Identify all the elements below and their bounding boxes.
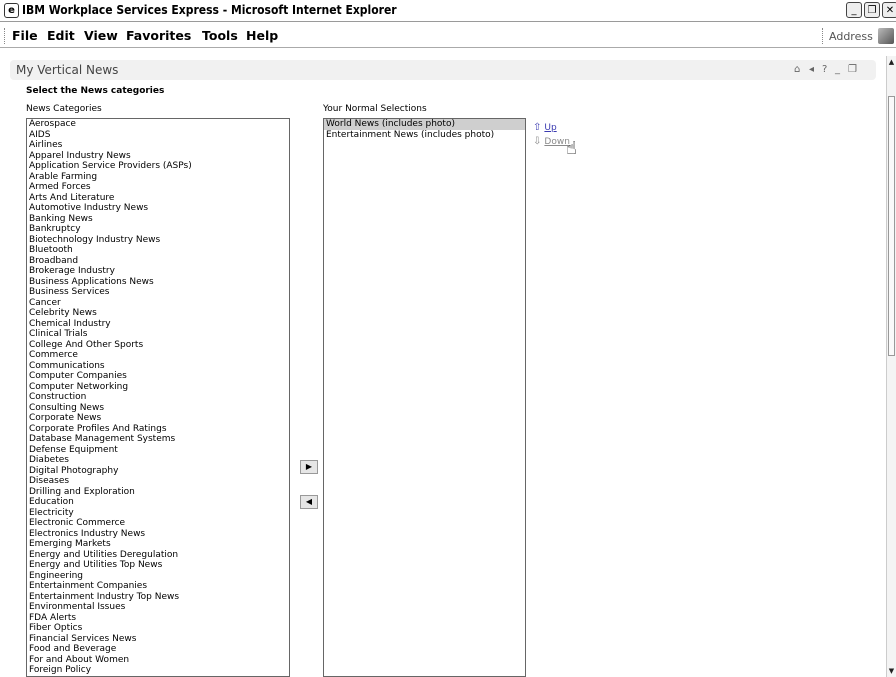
move-up-label: Up bbox=[544, 123, 557, 133]
category-option[interactable]: Arable Farming bbox=[27, 172, 289, 183]
category-option[interactable]: Emerging Markets bbox=[27, 539, 289, 550]
portlet-maximize-icon[interactable]: ❐ bbox=[848, 64, 857, 75]
category-option[interactable]: Diabetes bbox=[27, 455, 289, 466]
windows-logo-icon bbox=[878, 28, 894, 44]
category-option[interactable]: Chemical Industry bbox=[27, 319, 289, 330]
menu-favorites[interactable]: Favorites bbox=[126, 28, 191, 43]
category-option[interactable]: Electronic Commerce bbox=[27, 518, 289, 529]
category-option[interactable]: Bluetooth bbox=[27, 245, 289, 256]
category-option[interactable]: Celebrity News bbox=[27, 308, 289, 319]
category-option[interactable]: Foreign Policy bbox=[27, 665, 289, 676]
selection-option[interactable]: Entertainment News (includes photo) bbox=[324, 130, 525, 141]
category-option[interactable]: Drilling and Exploration bbox=[27, 487, 289, 498]
category-option[interactable]: For and About Women bbox=[27, 655, 289, 666]
page-scrollbar[interactable]: ▲ ▼ bbox=[886, 56, 896, 677]
move-down-link[interactable]: ⇩ Down bbox=[533, 136, 570, 147]
category-option[interactable]: Airlines bbox=[27, 140, 289, 151]
category-option[interactable]: Biotechnology Industry News bbox=[27, 235, 289, 246]
categories-label: News Categories bbox=[26, 104, 102, 114]
category-option[interactable]: Bankruptcy bbox=[27, 224, 289, 235]
selection-option[interactable]: World News (includes photo) bbox=[324, 119, 525, 130]
menu-tools[interactable]: Tools bbox=[202, 28, 238, 43]
category-option[interactable]: Energy and Utilities Top News bbox=[27, 560, 289, 571]
portlet-minimize-icon[interactable]: _ bbox=[835, 64, 840, 75]
scroll-down-arrow-icon[interactable]: ▼ bbox=[887, 665, 896, 677]
category-option[interactable]: Computer Companies bbox=[27, 371, 289, 382]
category-option[interactable]: Commerce bbox=[27, 350, 289, 361]
category-option[interactable]: Electricity bbox=[27, 508, 289, 519]
form-heading: Select the News categories bbox=[26, 86, 165, 96]
category-option[interactable]: Digital Photography bbox=[27, 466, 289, 477]
category-option[interactable]: Food and Beverage bbox=[27, 644, 289, 655]
menu-edit[interactable]: Edit bbox=[47, 28, 75, 43]
window-titlebar: e IBM Workplace Services Express - Micro… bbox=[0, 0, 896, 22]
category-option[interactable]: Engineering bbox=[27, 571, 289, 582]
category-option[interactable]: Energy and Utilities Deregulation bbox=[27, 550, 289, 561]
category-option[interactable]: College And Other Sports bbox=[27, 340, 289, 351]
menu-help[interactable]: Help bbox=[246, 28, 278, 43]
category-option[interactable]: Brokerage Industry bbox=[27, 266, 289, 277]
category-option[interactable]: Application Service Providers (ASPs) bbox=[27, 161, 289, 172]
category-option[interactable]: Clinical Trials bbox=[27, 329, 289, 340]
category-option[interactable]: Consulting News bbox=[27, 403, 289, 414]
news-categories-listbox[interactable]: Aerospace AIDS Airlines Apparel Industry Ne… bbox=[26, 118, 290, 677]
category-option[interactable]: AIDS bbox=[27, 130, 289, 141]
menu-view[interactable]: View bbox=[84, 28, 118, 43]
category-option[interactable]: FDA Alerts bbox=[27, 613, 289, 624]
menu-bar: File Edit View Favorites Tools Help Addr… bbox=[0, 24, 896, 48]
category-option[interactable]: Communications bbox=[27, 361, 289, 372]
scroll-thumb[interactable] bbox=[888, 96, 895, 356]
address-separator bbox=[822, 28, 823, 44]
category-option[interactable]: Automotive Industry News bbox=[27, 203, 289, 214]
category-option[interactable]: Aerospace bbox=[27, 119, 289, 130]
portlet-help-icon[interactable]: ? bbox=[822, 64, 827, 75]
portlet-home-icon[interactable]: ⌂ bbox=[794, 64, 800, 75]
category-option[interactable]: Business Applications News bbox=[27, 277, 289, 288]
category-option[interactable]: Cancer bbox=[27, 298, 289, 309]
ie-icon: e bbox=[4, 3, 19, 18]
category-option[interactable]: Arts And Literature bbox=[27, 193, 289, 204]
selections-listbox[interactable]: World News (includes photo) Entertainment… bbox=[323, 118, 526, 677]
category-option[interactable]: Business Services bbox=[27, 287, 289, 298]
category-option[interactable]: Corporate News bbox=[27, 413, 289, 424]
hand-cursor-icon: ☝ bbox=[566, 138, 577, 159]
category-option[interactable]: Electronics Industry News bbox=[27, 529, 289, 540]
portlet-titlebar: My Vertical News ⌂ ◂ ? _ ❐ bbox=[10, 60, 876, 80]
category-option[interactable]: Banking News bbox=[27, 214, 289, 225]
category-option[interactable]: Environmental Issues bbox=[27, 602, 289, 613]
category-option[interactable]: Defense Equipment bbox=[27, 445, 289, 456]
close-button[interactable]: ✕ bbox=[882, 2, 896, 18]
category-option[interactable]: Construction bbox=[27, 392, 289, 403]
remove-selection-button[interactable]: ◀ bbox=[300, 495, 318, 509]
restore-button[interactable]: ❐ bbox=[864, 2, 880, 18]
up-arrow-icon: ⇧ bbox=[533, 122, 542, 133]
window-title: IBM Workplace Services Express - Microso… bbox=[22, 3, 397, 17]
address-label: Address bbox=[829, 30, 873, 43]
move-up-link[interactable]: ⇧ Up bbox=[533, 122, 557, 133]
portlet-back-icon[interactable]: ◂ bbox=[809, 64, 814, 75]
category-option[interactable]: Broadband bbox=[27, 256, 289, 267]
add-selection-button[interactable]: ▶ bbox=[300, 460, 318, 474]
minimize-button[interactable]: _ bbox=[846, 2, 862, 18]
portlet-title: My Vertical News bbox=[16, 63, 119, 77]
down-arrow-icon: ⇩ bbox=[533, 136, 542, 147]
category-option[interactable]: Education bbox=[27, 497, 289, 508]
category-option[interactable]: Computer Networking bbox=[27, 382, 289, 393]
category-option[interactable]: Apparel Industry News bbox=[27, 151, 289, 162]
category-option[interactable]: Financial Services News bbox=[27, 634, 289, 645]
menu-file[interactable]: File bbox=[12, 28, 38, 43]
category-option[interactable]: Database Management Systems bbox=[27, 434, 289, 445]
toolbar-grip[interactable] bbox=[4, 28, 8, 44]
category-option[interactable]: Entertainment Industry Top News bbox=[27, 592, 289, 603]
category-option[interactable]: Diseases bbox=[27, 476, 289, 487]
category-option[interactable]: Entertainment Companies bbox=[27, 581, 289, 592]
selections-label: Your Normal Selections bbox=[323, 104, 427, 114]
category-option[interactable]: Fiber Optics bbox=[27, 623, 289, 634]
scroll-up-arrow-icon[interactable]: ▲ bbox=[887, 56, 896, 68]
category-option[interactable]: Armed Forces bbox=[27, 182, 289, 193]
category-option[interactable]: Corporate Profiles And Ratings bbox=[27, 424, 289, 435]
